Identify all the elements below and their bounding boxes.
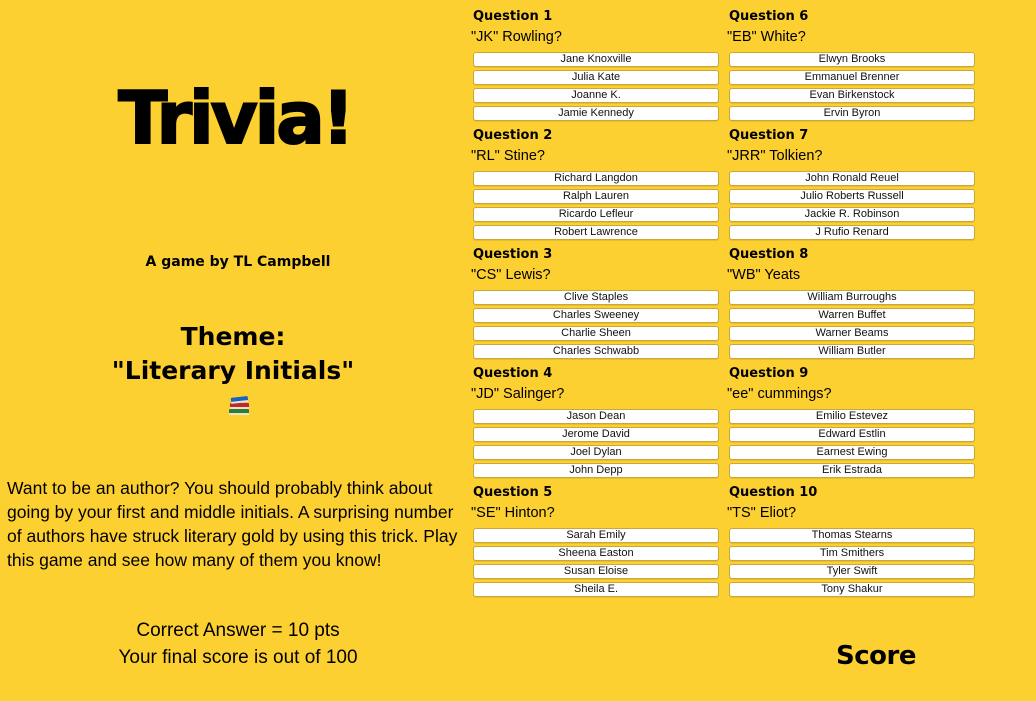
answer-option-button[interactable]: Joel Dylan — [473, 445, 719, 460]
answer-option-button[interactable]: Ricardo Lefleur — [473, 207, 719, 222]
answer-option-button[interactable]: Joanne K. — [473, 88, 719, 103]
question-9: Question 9 "ee" cummings? Emilio Estevez Ed… — [727, 366, 979, 478]
question-prompt: "JD" Salinger? — [471, 386, 565, 402]
question-number: Question 4 — [473, 366, 553, 381]
theme-name: "Literary Initials" — [111, 356, 355, 385]
scoring-info: Correct Answer = 10 pts Your final score… — [0, 617, 476, 671]
question-prompt: "ee" cummings? — [727, 386, 832, 402]
answer-option-button[interactable]: Tim Smithers — [729, 546, 975, 561]
answer-option-button[interactable]: Charles Sweeney — [473, 308, 719, 323]
question-number: Question 8 — [729, 247, 809, 262]
question-prompt: "SE" Hinton? — [471, 505, 555, 521]
answer-option-button[interactable]: Richard Langdon — [473, 171, 719, 186]
answer-option-button[interactable]: Jason Dean — [473, 409, 719, 424]
answer-option-button[interactable]: Ralph Lauren — [473, 189, 719, 204]
question-prompt: "JK" Rowling? — [471, 29, 562, 45]
answer-option-button[interactable]: William Butler — [729, 344, 975, 359]
question-prompt: "RL" Stine? — [471, 148, 545, 164]
answer-option-button[interactable]: Tyler Swift — [729, 564, 975, 579]
intro-text: Want to be an author? You should probabl… — [7, 478, 458, 570]
question-prompt: "EB" White? — [727, 29, 806, 45]
question-number: Question 1 — [473, 9, 553, 24]
answer-option-button[interactable]: Susan Eloise — [473, 564, 719, 579]
score-label: Score — [836, 641, 916, 671]
answer-option-button[interactable]: Thomas Stearns — [729, 528, 975, 543]
question-10: Question 10 "TS" Eliot? Thomas Stearns Tim … — [727, 485, 979, 597]
question-number: Question 7 — [729, 128, 809, 143]
answer-option-button[interactable]: J Rufio Renard — [729, 225, 975, 240]
question-5: Question 5 "SE" Hinton? Sarah Emily Sheena … — [471, 485, 723, 597]
question-4: Question 4 "JD" Salinger? Jason Dean Jerome… — [471, 366, 723, 478]
answer-option-button[interactable]: John Ronald Reuel — [729, 171, 975, 186]
question-prompt: "CS" Lewis? — [471, 267, 551, 283]
answer-option-button[interactable]: Elwyn Brooks — [729, 52, 975, 67]
answer-option-button[interactable]: Emilio Estevez — [729, 409, 975, 424]
question-number: Question 2 — [473, 128, 553, 143]
answer-option-button[interactable]: John Depp — [473, 463, 719, 478]
question-prompt: "WB" Yeats — [727, 267, 801, 283]
question-number: Question 3 — [473, 247, 553, 262]
question-1: Question 1 "JK" Rowling? Jane Knoxville Jul… — [471, 9, 723, 121]
answer-option-button[interactable]: Warren Buffet — [729, 308, 975, 323]
answer-option-button[interactable]: Jerome David — [473, 427, 719, 442]
points-per-answer: Correct Answer = 10 pts — [136, 620, 340, 641]
question-8: Question 8 "WB" Yeats William Burroughs War… — [727, 247, 979, 359]
answer-option-button[interactable]: Julio Roberts Russell — [729, 189, 975, 204]
answer-option-button[interactable]: Emmanuel Brenner — [729, 70, 975, 85]
answer-option-button[interactable]: Warner Beams — [729, 326, 975, 341]
max-score-note: Your final score is out of 100 — [118, 647, 358, 668]
answer-option-button[interactable]: Sheena Easton — [473, 546, 719, 561]
answer-option-button[interactable]: Ervin Byron — [729, 106, 975, 121]
books-icon — [229, 396, 249, 415]
answer-option-button[interactable]: Clive Staples — [473, 290, 719, 305]
question-6: Question 6 "EB" White? Elwyn Brooks Emmanue… — [727, 9, 979, 121]
answer-option-button[interactable]: Sheila E. — [473, 582, 719, 597]
author-byline: A game by TL Campbell — [145, 254, 331, 270]
answer-option-button[interactable]: Jackie R. Robinson — [729, 207, 975, 222]
question-2: Question 2 "RL" Stine? Richard Langdon Ralp… — [471, 128, 723, 240]
answer-option-button[interactable]: Sarah Emily — [473, 528, 719, 543]
page-title: Trivia! — [117, 76, 355, 160]
answer-option-button[interactable]: Robert Lawrence — [473, 225, 719, 240]
question-prompt: "JRR" Tolkien? — [727, 148, 823, 164]
theme-label: Theme: — [180, 322, 286, 351]
question-prompt: "TS" Eliot? — [727, 505, 797, 521]
question-number: Question 9 — [729, 366, 809, 381]
question-number: Question 10 — [729, 485, 818, 500]
answer-option-button[interactable]: William Burroughs — [729, 290, 975, 305]
theme-heading: Theme: "Literary Initials" — [0, 320, 466, 388]
question-number: Question 5 — [473, 485, 553, 500]
answer-option-button[interactable]: Evan Birkenstock — [729, 88, 975, 103]
answer-option-button[interactable]: Edward Estlin — [729, 427, 975, 442]
answer-option-button[interactable]: Julia Kate — [473, 70, 719, 85]
answer-option-button[interactable]: Jane Knoxville — [473, 52, 719, 67]
answer-option-button[interactable]: Jamie Kennedy — [473, 106, 719, 121]
intro-panel: Trivia! A game by TL Campbell Theme: "Li… — [0, 0, 470, 701]
answer-option-button[interactable]: Tony Shakur — [729, 582, 975, 597]
question-number: Question 6 — [729, 9, 809, 24]
answer-option-button[interactable]: Erik Estrada — [729, 463, 975, 478]
answer-option-button[interactable]: Charlie Sheen — [473, 326, 719, 341]
question-7: Question 7 "JRR" Tolkien? John Ronald Reue… — [727, 128, 979, 240]
answer-option-button[interactable]: Earnest Ewing — [729, 445, 975, 460]
question-3: Question 3 "CS" Lewis? Clive Staples Charle… — [471, 247, 723, 359]
answer-option-button[interactable]: Charles Schwabb — [473, 344, 719, 359]
